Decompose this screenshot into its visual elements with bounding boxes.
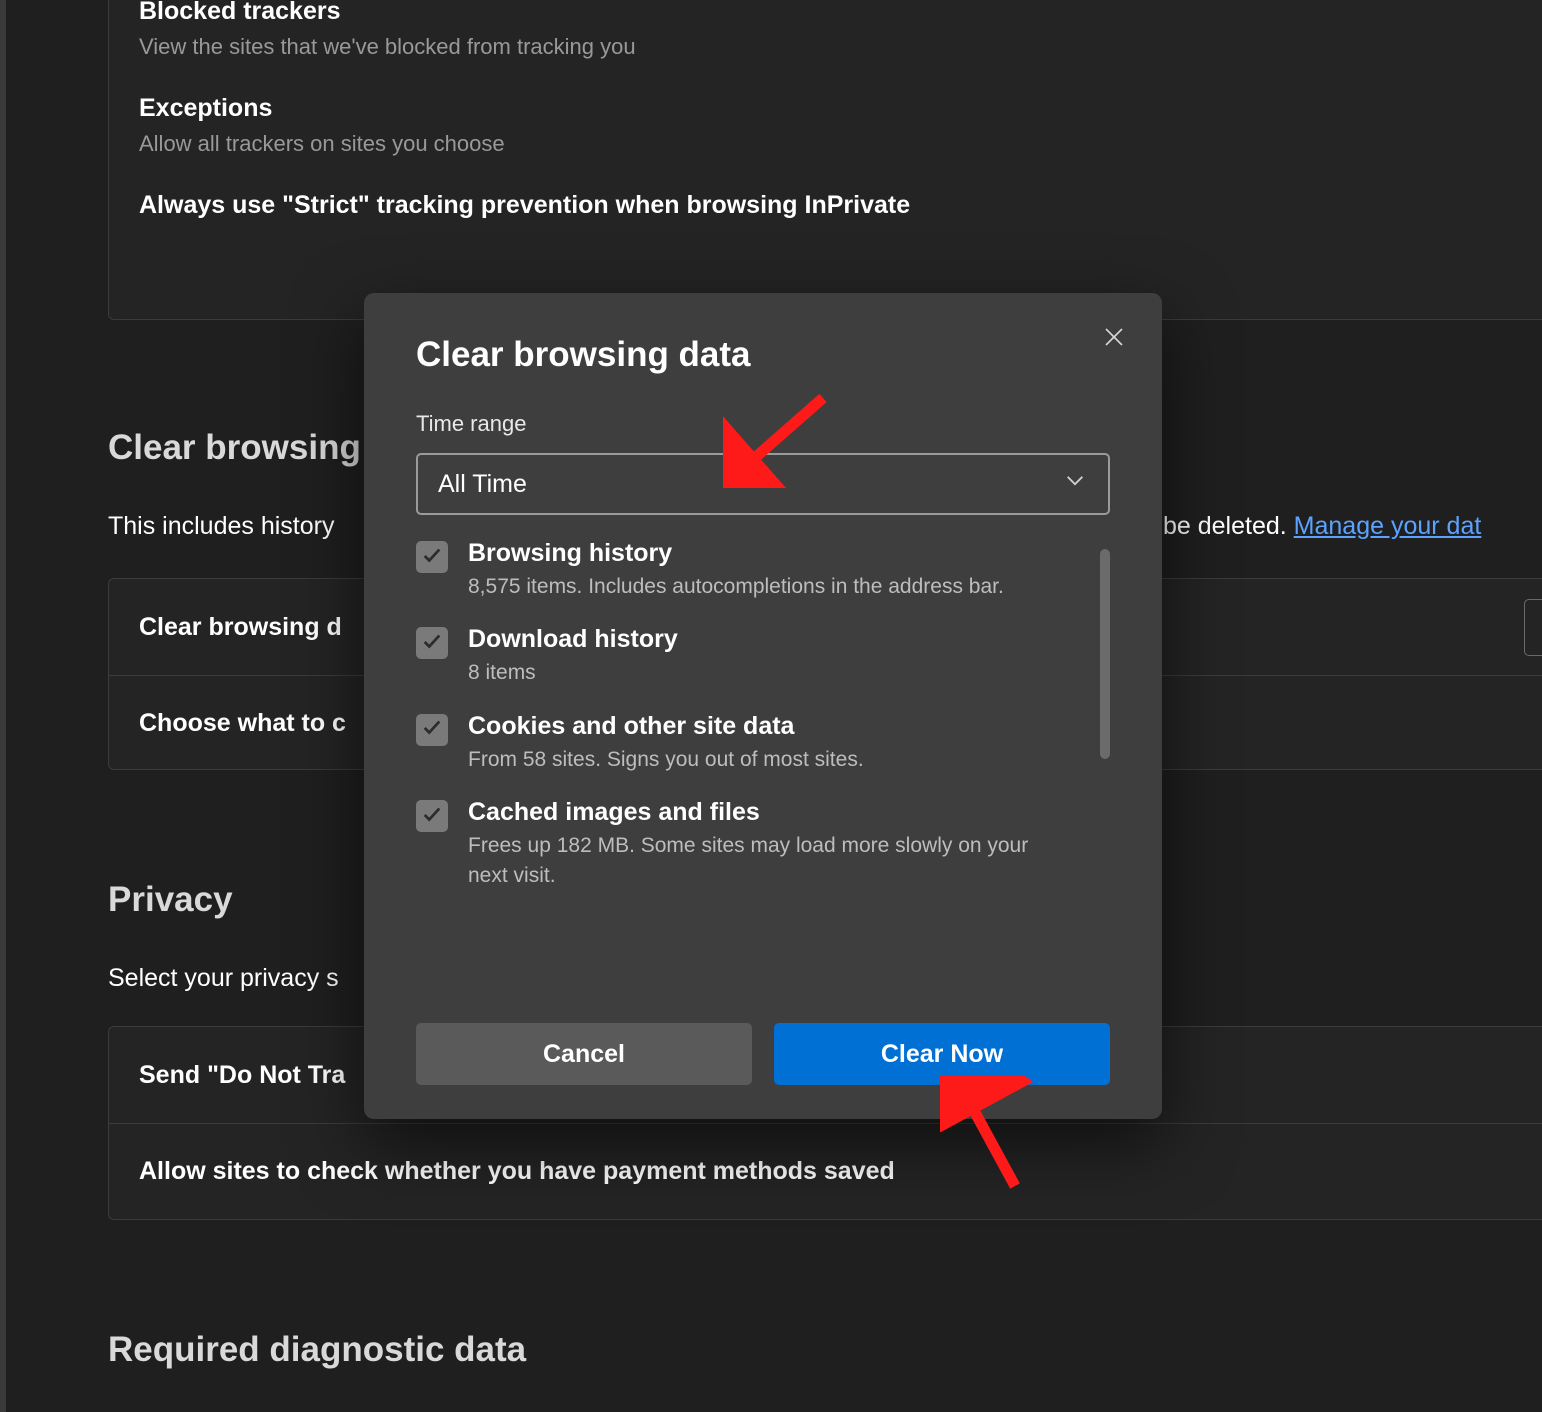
- blocked-trackers-title: Blocked trackers: [139, 0, 1542, 26]
- row-label: Send "Do Not Tra: [139, 1061, 345, 1090]
- option-desc: From 58 sites. Signs you out of most sit…: [468, 745, 864, 774]
- row-label: Allow sites to check whether you have pa…: [139, 1157, 895, 1186]
- option-desc: Frees up 182 MB. Some sites may load mor…: [468, 831, 1068, 890]
- clear-desc-post: be deleted.: [1163, 512, 1294, 540]
- checkbox-download-history[interactable]: [416, 627, 448, 659]
- section-diagnostic-heading: Required diagnostic data: [108, 1330, 526, 1370]
- exceptions-desc: Allow all trackers on sites you choose: [139, 131, 1542, 157]
- time-range-label: Time range: [416, 411, 1110, 437]
- choose-what-button[interactable]: Choose W: [1524, 599, 1542, 656]
- close-button[interactable]: [1096, 321, 1132, 357]
- time-range-value: All Time: [438, 470, 527, 499]
- row-label: Clear browsing d: [139, 613, 342, 642]
- setting-row-blocked-trackers[interactable]: Blocked trackers View the sites that we'…: [139, 0, 1542, 60]
- time-range-select[interactable]: All Time: [416, 453, 1110, 515]
- clear-desc-pre: This includes history: [108, 512, 334, 540]
- setting-row-exceptions[interactable]: Exceptions Allow all trackers on sites y…: [139, 94, 1542, 157]
- cancel-button[interactable]: Cancel: [416, 1023, 752, 1085]
- scrollbar-thumb[interactable]: [1100, 549, 1110, 759]
- section-clear-browsing-desc-right: be deleted. Manage your dat: [1163, 512, 1481, 541]
- checkbox-cookies[interactable]: [416, 714, 448, 746]
- check-icon: [421, 630, 443, 657]
- option-download-history: Download history 8 items: [416, 625, 1090, 687]
- strict-inprivate-label: Always use "Strict" tracking prevention …: [139, 191, 1542, 220]
- tracking-card: Blocked trackers View the sites that we'…: [108, 0, 1542, 320]
- chevron-down-icon: [1064, 470, 1086, 499]
- check-icon: [421, 803, 443, 830]
- checkbox-browsing-history[interactable]: [416, 541, 448, 573]
- clear-now-button[interactable]: Clear Now: [774, 1023, 1110, 1085]
- dialog-button-row: Cancel Clear Now: [416, 1023, 1110, 1085]
- option-title: Browsing history: [468, 539, 1004, 568]
- section-clear-browsing-heading: Clear browsing: [108, 428, 361, 468]
- data-types-list: Browsing history 8,575 items. Includes a…: [416, 539, 1110, 1019]
- option-desc: 8,575 items. Includes autocompletions in…: [468, 572, 1004, 601]
- option-title: Cookies and other site data: [468, 712, 864, 741]
- left-border: [0, 0, 6, 1412]
- clear-browsing-data-dialog: Clear browsing data Time range All Time …: [364, 293, 1162, 1119]
- setting-row-strict-inprivate[interactable]: Always use "Strict" tracking prevention …: [139, 191, 1542, 220]
- option-browsing-history: Browsing history 8,575 items. Includes a…: [416, 539, 1090, 601]
- checkbox-cached-images[interactable]: [416, 800, 448, 832]
- option-cookies: Cookies and other site data From 58 site…: [416, 712, 1090, 774]
- option-title: Download history: [468, 625, 678, 654]
- check-icon: [421, 544, 443, 571]
- manage-your-data-link[interactable]: Manage your dat: [1294, 512, 1482, 540]
- dialog-title: Clear browsing data: [416, 335, 1110, 375]
- row-label: Choose what to c: [139, 709, 346, 738]
- row-payment-methods-check[interactable]: Allow sites to check whether you have pa…: [109, 1123, 1542, 1219]
- section-privacy-heading: Privacy: [108, 880, 233, 920]
- section-privacy-desc: Select your privacy s: [108, 964, 339, 993]
- check-icon: [421, 716, 443, 743]
- blocked-trackers-desc: View the sites that we've blocked from t…: [139, 34, 1542, 60]
- exceptions-title: Exceptions: [139, 94, 1542, 123]
- option-cached-images: Cached images and files Frees up 182 MB.…: [416, 798, 1090, 890]
- option-title: Cached images and files: [468, 798, 1068, 827]
- close-icon: [1102, 325, 1126, 354]
- section-clear-browsing-desc: This includes history: [108, 512, 334, 541]
- option-desc: 8 items: [468, 658, 678, 687]
